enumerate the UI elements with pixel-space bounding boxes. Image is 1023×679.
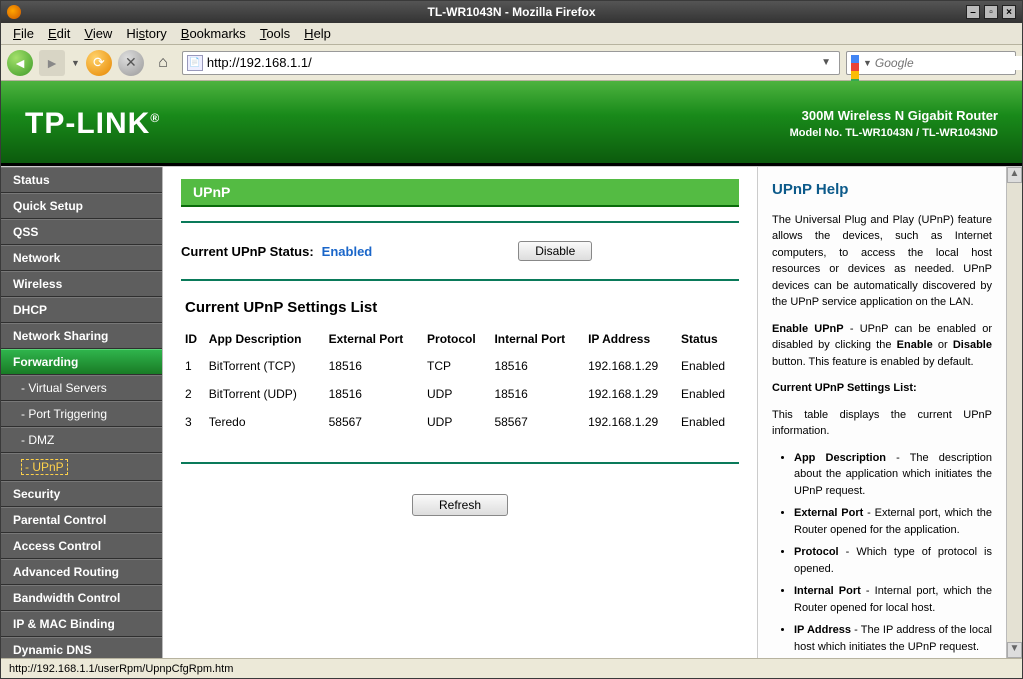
sidebar-qss[interactable]: QSS [1,219,162,245]
col-proto: Protocol [423,326,490,352]
sidebar-ip-mac-binding[interactable]: IP & MAC Binding [1,611,162,637]
help-listtitle: Current UPnP Settings List: [772,380,992,397]
sidebar-advanced-routing[interactable]: Advanced Routing [1,559,162,585]
sidebar-port-triggering[interactable]: - Port Triggering [1,401,162,427]
menu-tools[interactable]: Tools [254,24,296,43]
sidebar-network-sharing[interactable]: Network Sharing [1,323,162,349]
help-title: UPnP Help [772,179,992,202]
sidebar-parental-control[interactable]: Parental Control [1,507,162,533]
sidebar-forwarding[interactable]: Forwarding [1,349,162,375]
upnp-status-value: Enabled [322,244,373,259]
table-row: 2BitTorrent (UDP)18516UDP18516192.168.1.… [181,380,739,408]
page-identity-icon[interactable]: 📄 [187,55,203,71]
separator [181,462,739,464]
menu-history[interactable]: History [120,24,172,43]
menu-bar: File Edit View History Bookmarks Tools H… [1,23,1022,45]
product-name: 300M Wireless N Gigabit Router [790,106,998,126]
main-content: UPnP Current UPnP Status: Enabled Disabl… [163,167,758,658]
forward-button[interactable]: ► [39,50,65,76]
minimize-button[interactable]: – [966,5,980,19]
url-dropdown-icon[interactable]: ▼ [817,57,835,68]
stop-button[interactable]: ✕ [118,50,144,76]
navigation-toolbar: ◄ ► ▼ ⟳ ✕ ⌂ 📄 ▼ ▼ 🔍 [1,45,1022,81]
search-engine-dropdown[interactable]: ▼ [863,58,872,68]
help-enable: Enable UPnP - UPnP can be enabled or dis… [772,321,992,371]
sidebar-quick-setup[interactable]: Quick Setup [1,193,162,219]
table-row: 3Teredo58567UDP58567192.168.1.29Enabled [181,408,739,436]
status-text: http://192.168.1.1/userRpm/UpnpCfgRpm.ht… [9,663,233,675]
sidebar-nav: Status Quick Setup QSS Network Wireless … [1,167,163,658]
col-app: App Description [205,326,325,352]
col-status: Status [677,326,739,352]
sidebar-dhcp[interactable]: DHCP [1,297,162,323]
table-row: 1BitTorrent (TCP)18516TCP18516192.168.1.… [181,352,739,380]
list-title: Current UPnP Settings List [185,299,739,316]
sidebar-status[interactable]: Status [1,167,162,193]
google-icon [851,55,859,71]
home-button[interactable]: ⌂ [150,50,176,76]
menu-bookmarks[interactable]: Bookmarks [175,24,252,43]
sidebar-network[interactable]: Network [1,245,162,271]
search-input[interactable] [875,56,1023,70]
col-id: ID [181,326,205,352]
nav-history-dropdown[interactable]: ▼ [71,58,80,68]
scrollbar[interactable]: ▲ ▼ [1006,167,1022,658]
sidebar-access-control[interactable]: Access Control [1,533,162,559]
col-ip: IP Address [584,326,677,352]
col-extport: External Port [325,326,423,352]
page-title: UPnP [181,179,739,207]
maximize-button[interactable]: ▫ [984,5,998,19]
model-number: Model No. TL-WR1043N / TL-WR1043ND [790,125,998,142]
scroll-up-icon[interactable]: ▲ [1007,167,1022,183]
close-window-button[interactable]: × [1002,5,1016,19]
upnp-status-label: Current UPnP Status: [181,244,314,259]
separator [181,221,739,223]
sidebar-wireless[interactable]: Wireless [1,271,162,297]
help-field-list: App Description - The description about … [772,450,992,659]
help-listdesc: This table displays the current UPnP inf… [772,407,992,440]
separator [181,279,739,281]
menu-edit[interactable]: Edit [42,24,76,43]
col-intport: Internal Port [490,326,584,352]
scroll-down-icon[interactable]: ▼ [1007,642,1022,658]
sidebar-bandwidth-control[interactable]: Bandwidth Control [1,585,162,611]
tplink-logo: TP-LINK® [25,107,160,141]
reload-button[interactable]: ⟳ [86,50,112,76]
sidebar-security[interactable]: Security [1,481,162,507]
back-button[interactable]: ◄ [7,50,33,76]
upnp-table: ID App Description External Port Protoco… [181,326,739,436]
refresh-button[interactable]: Refresh [412,494,508,516]
sidebar-dynamic-dns[interactable]: Dynamic DNS [1,637,162,658]
url-bar[interactable]: 📄 ▼ [182,51,840,75]
sidebar-dmz[interactable]: - DMZ [1,427,162,453]
menu-help[interactable]: Help [298,24,337,43]
menu-file[interactable]: File [7,24,40,43]
status-bar: http://192.168.1.1/userRpm/UpnpCfgRpm.ht… [1,658,1022,678]
sidebar-upnp[interactable]: - UPnP [1,453,162,481]
help-panel: UPnP Help The Universal Plug and Play (U… [758,167,1006,658]
menu-view[interactable]: View [78,24,118,43]
sidebar-virtual-servers[interactable]: - Virtual Servers [1,375,162,401]
help-intro: The Universal Plug and Play (UPnP) featu… [772,212,992,311]
router-banner: TP-LINK® 300M Wireless N Gigabit Router … [1,81,1022,166]
disable-button[interactable]: Disable [518,241,592,261]
window-titlebar: TL-WR1043N - Mozilla Firefox – ▫ × [1,1,1022,23]
firefox-icon [7,5,21,19]
url-input[interactable] [207,55,817,70]
search-bar[interactable]: ▼ 🔍 [846,51,1016,75]
window-title: TL-WR1043N - Mozilla Firefox [427,5,595,19]
